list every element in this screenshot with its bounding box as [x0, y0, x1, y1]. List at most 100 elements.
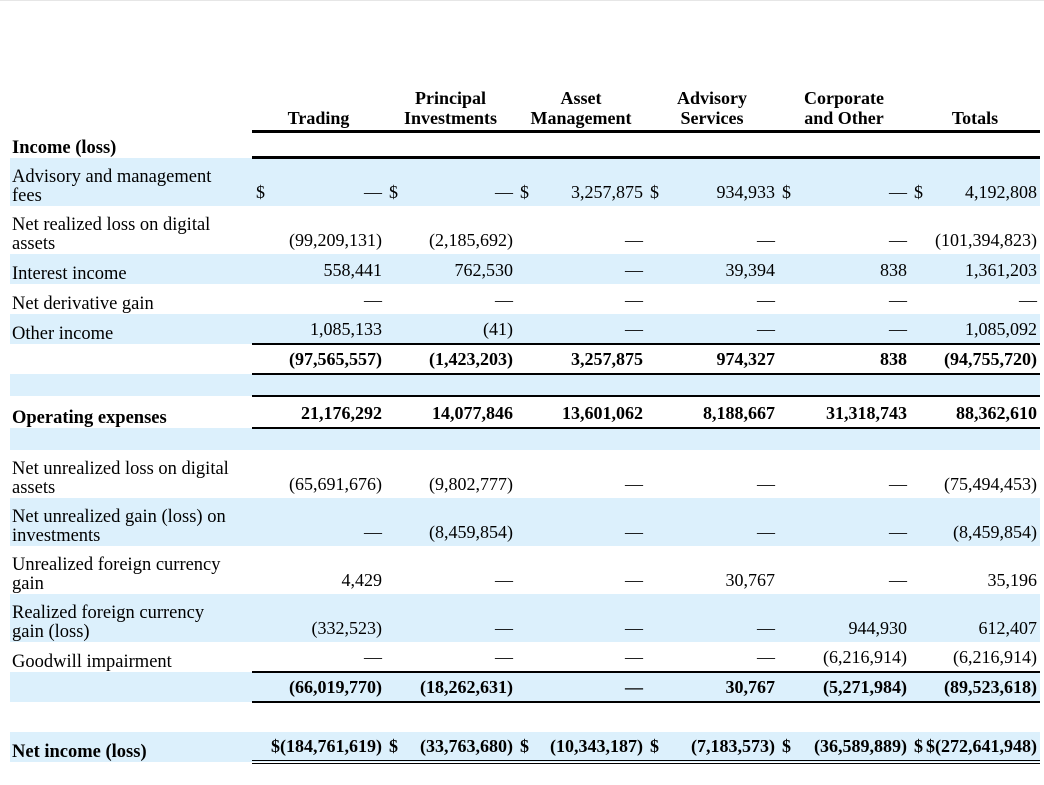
value-cell: 558,441: [252, 253, 385, 284]
empty-cell: [646, 373, 778, 396]
cell-value: —: [625, 646, 643, 667]
table-body: Income (loss) Advisory and management fees…: [10, 131, 1040, 764]
value-cell: —: [646, 497, 778, 546]
row-label: Realized foreign currency gain (loss): [10, 593, 252, 642]
value-cell: 838: [778, 253, 910, 284]
value-cell: —: [778, 497, 910, 546]
value-cell: 974,327: [646, 342, 778, 375]
cell-value: —: [757, 646, 775, 667]
cell-value: —: [889, 473, 907, 494]
value-cell: (2,185,692): [385, 206, 516, 254]
value-cell: $934,933: [646, 157, 778, 206]
empty-cell: [385, 373, 516, 396]
row-label-line: fees: [12, 185, 42, 206]
value-cell: —: [778, 450, 910, 498]
table-row: (66,019,770) (18,262,631) — 30,767 (5,271,98…: [10, 670, 1040, 703]
value-cell: 14,077,846: [385, 394, 516, 429]
cell-value: (9,802,777): [429, 473, 513, 494]
row-label-line: assets: [12, 477, 56, 498]
empty-cell: [516, 373, 646, 396]
value-cell: 1,085,092: [910, 313, 1040, 344]
cell-value: —: [889, 289, 907, 310]
value-cell: —: [646, 642, 778, 672]
cell-value: —: [757, 289, 775, 310]
table-row: Realized foreign currency gain (loss) (332…: [10, 593, 1040, 642]
value-cell: $ (7,183,573): [646, 731, 778, 764]
cell-value: —: [495, 289, 513, 310]
cell-value: 612,407: [978, 617, 1038, 638]
row-label-line: Net unrealized loss on digital: [12, 458, 229, 479]
value-cell: —: [646, 593, 778, 642]
cell-value: 88,362,610: [956, 402, 1037, 423]
cell-value: (33,763,680): [420, 735, 513, 756]
row-label: Net realized loss on digital assets: [10, 206, 252, 254]
row-label-line: Interest income: [12, 263, 127, 284]
value-cell: 8,188,667: [646, 394, 778, 429]
row-label-line: Realized foreign currency: [12, 602, 205, 623]
cell-value: 30,767: [725, 676, 776, 697]
currency-symbol: $: [782, 181, 791, 202]
value-cell: —: [385, 593, 516, 642]
cell-value: (75,494,453): [944, 473, 1037, 494]
cell-value: $(184,761,619): [271, 735, 382, 756]
row-label: Net unrealized loss on digital assets: [10, 450, 252, 498]
cell-value: (18,262,631): [420, 676, 513, 697]
empty-cell: [910, 131, 1040, 159]
cell-value: (332,523): [311, 617, 383, 638]
row-label: Advisory and management fees: [10, 157, 252, 206]
header-asset-management: Asset Management: [516, 88, 646, 133]
header-corporate-and-other: Corporate and Other: [778, 88, 910, 133]
cell-value: (36,589,889): [814, 735, 907, 756]
row-label: [10, 373, 252, 396]
cell-value: 838: [880, 259, 907, 280]
table-row: Net unrealized gain (loss) on investments…: [10, 497, 1040, 546]
cell-value: 14,077,846: [432, 402, 513, 423]
cell-value: —: [625, 617, 643, 638]
empty-cell: [252, 373, 385, 396]
row-label-line: investments: [12, 525, 101, 546]
value-cell: 13,601,062: [516, 394, 646, 429]
header-advisory-services: Advisory Services: [646, 88, 778, 133]
cell-value: —: [757, 229, 775, 250]
currency-symbol: $: [389, 181, 398, 202]
value-cell: (89,523,618): [910, 670, 1040, 703]
row-label: [10, 671, 252, 702]
empty-cell: [252, 427, 385, 450]
top-divider: [0, 0, 1044, 1]
cell-value: —: [625, 569, 643, 590]
cell-value: —: [625, 318, 643, 339]
row-label-line: Income (loss): [12, 137, 117, 158]
empty-cell: [252, 702, 385, 732]
table-row: Unrealized foreign currency gain 4,429 — — 30…: [10, 546, 1040, 594]
cell-value: (89,523,618): [944, 676, 1037, 697]
value-cell: (332,523): [252, 593, 385, 642]
row-label-line: Advisory and management: [12, 166, 212, 187]
row-label: Other income: [10, 313, 252, 344]
row-label: Operating expenses: [10, 396, 252, 428]
value-cell: $ $(272,641,948): [910, 731, 1040, 764]
empty-cell: [778, 131, 910, 159]
value-cell: 88,362,610: [910, 394, 1040, 429]
value-cell: —: [516, 497, 646, 546]
row-label: Net derivative gain: [10, 284, 252, 314]
cell-value: (8,459,854): [953, 521, 1037, 542]
cell-value: —: [495, 646, 513, 667]
cell-value: 1,085,133: [310, 318, 382, 339]
row-label-line: Net income (loss): [12, 741, 147, 762]
cell-value: —: [625, 289, 643, 310]
table-row: Net realized loss on digital assets (99,20…: [10, 206, 1040, 254]
empty-cell: [778, 702, 910, 732]
cell-value: 558,441: [323, 259, 383, 280]
cell-value: (41): [483, 318, 513, 339]
table-row: Net unrealized loss on digital assets (65,…: [10, 450, 1040, 498]
empty-cell: [516, 427, 646, 450]
value-cell: (9,802,777): [385, 450, 516, 498]
value-cell: (99,209,131): [252, 206, 385, 254]
currency-symbol: $: [520, 735, 529, 756]
value-cell: 4,429: [252, 546, 385, 594]
segment-income-table: Trading Principal Investments Asset Manage…: [10, 88, 1040, 764]
cell-value: —: [625, 521, 643, 542]
cell-value: —: [625, 473, 643, 494]
empty-cell: [252, 131, 385, 159]
value-cell: —: [516, 313, 646, 344]
